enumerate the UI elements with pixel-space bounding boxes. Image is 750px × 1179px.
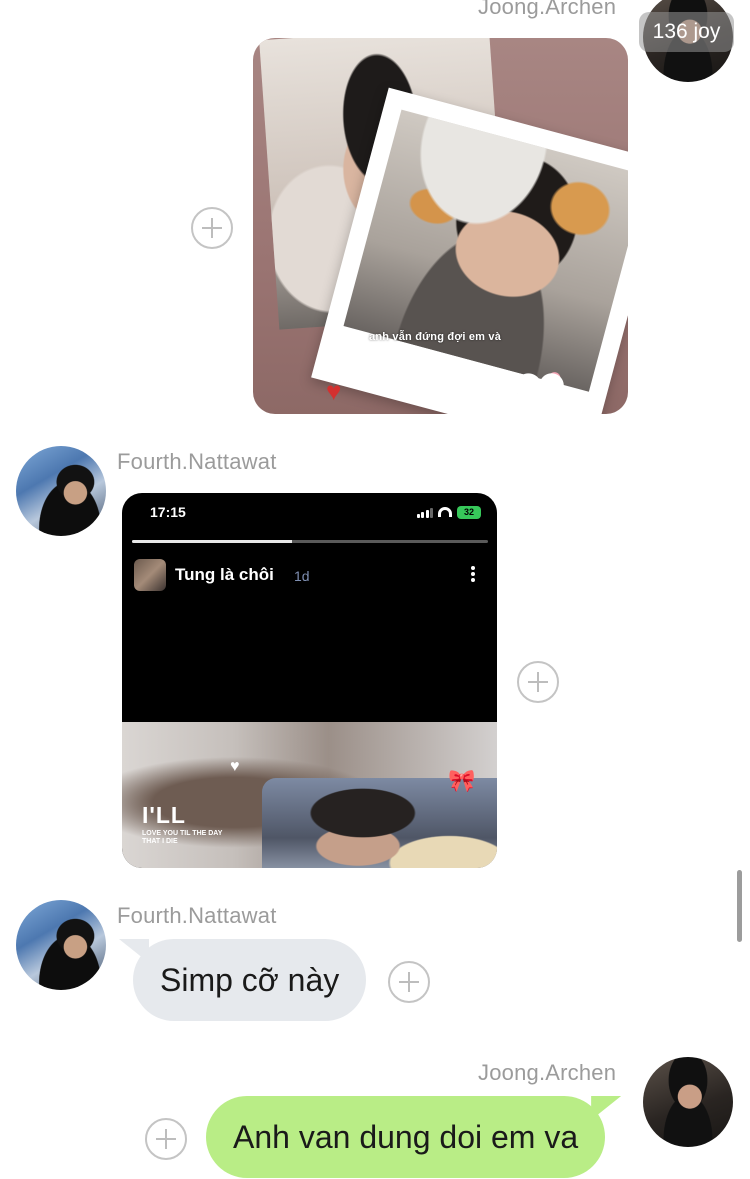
more-icon (471, 566, 475, 582)
sender-name-fourth: Fourth.Nattawat (117, 449, 277, 474)
add-reaction-button[interactable] (388, 961, 430, 1003)
polaroid-photo (343, 109, 628, 392)
heart-icon: ♥ (230, 758, 240, 775)
image-caption: anh vẫn đứng đợi em và (369, 331, 502, 343)
message-bubble-outgoing[interactable]: Anh van dung doi em va (206, 1096, 606, 1178)
message-bubble-incoming[interactable]: Simp cỡ này (133, 939, 367, 1021)
avatar-fourth[interactable] (16, 446, 106, 536)
image-message-photo[interactable]: anh vẫn đứng đợi em và ♥ (253, 38, 628, 414)
bow-icon: 🎀 (448, 768, 476, 793)
sender-name-joong: Joong.Archen (478, 0, 617, 19)
sender-name-fourth: Fourth.Nattawat (117, 903, 277, 928)
chat-screen: Joong.Archen 136 joy anh vẫn đứng đợi em… (0, 0, 750, 1179)
add-reaction-button[interactable] (145, 1118, 187, 1160)
wifi-icon (438, 507, 452, 517)
heart-icon: ♥ (326, 376, 342, 406)
story-age: 1d (294, 568, 310, 584)
media-subtitle: LOVE YOU TIL THE DAY THAT I DIE (142, 830, 223, 845)
sticker-icon (511, 368, 569, 414)
avatar-joong[interactable] (643, 1057, 733, 1147)
battery-icon: 32 (457, 505, 481, 519)
image-message-story[interactable]: 17:15 32 Tung là chôi 1d ♥ 🎀 I'LL LOVE Y… (122, 493, 497, 868)
status-time: 17:15 (150, 504, 186, 520)
story-account-name: Tung là chôi (175, 565, 274, 584)
add-reaction-button[interactable] (191, 207, 233, 249)
story-media: ♥ 🎀 I'LL LOVE YOU TIL THE DAY THAT I DIE (122, 722, 497, 868)
signal-icon (416, 507, 433, 518)
add-reaction-button[interactable] (517, 661, 559, 703)
media-title: I'LL (142, 802, 186, 828)
story-progress-bar (132, 540, 488, 543)
avatar-fourth[interactable] (16, 900, 106, 990)
story-progress-fill (132, 540, 293, 543)
story-account-avatar (134, 559, 166, 591)
sender-name-joong: Joong.Archen (478, 1060, 617, 1085)
counter-badge: 136 joy (639, 12, 734, 52)
status-bar-icons: 32 (416, 505, 481, 519)
scroll-indicator[interactable] (737, 870, 742, 942)
